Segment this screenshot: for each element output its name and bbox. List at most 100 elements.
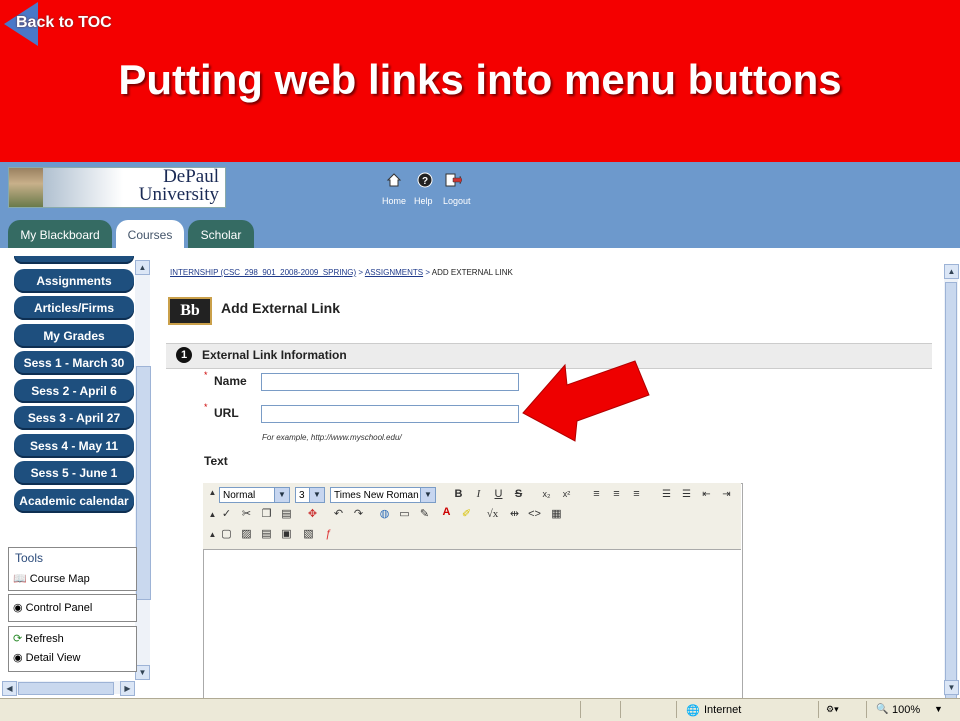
cut-icon[interactable]: ✂	[239, 507, 254, 522]
horizontal-scroll-thumb[interactable]	[18, 682, 114, 695]
scroll-right-icon[interactable]: ▶	[120, 681, 135, 696]
chevron-down-icon[interactable]: ▼	[274, 488, 289, 502]
sidebar-item-articles-firms[interactable]: Articles/Firms	[14, 296, 134, 320]
sidebar-horizontal-scrollbar[interactable]: ◀ ▶	[2, 681, 135, 696]
sidebar-item-my-grades[interactable]: My Grades	[14, 324, 134, 348]
collapse-icon[interactable]: ▲	[205, 507, 220, 522]
sidebar-item-sess-2[interactable]: Sess 2 - April 6	[14, 379, 134, 403]
insert-flash-icon[interactable]: ƒ	[321, 527, 336, 542]
back-to-toc-label: Back to TOC	[16, 14, 112, 31]
underline-icon[interactable]: U	[491, 487, 506, 502]
scroll-down-icon[interactable]: ▼	[944, 680, 959, 695]
copy-icon[interactable]: ❐	[259, 507, 274, 522]
refresh-link[interactable]: ⟳ Refresh	[13, 632, 64, 645]
back-to-toc-link[interactable]: Back to TOC	[4, 2, 124, 46]
status-divider	[818, 701, 819, 718]
redo-icon[interactable]: ↷	[351, 507, 366, 522]
font-select[interactable]: Times New Roman ▼	[330, 487, 436, 503]
tab-courses[interactable]: Courses	[116, 220, 184, 248]
paste-icon[interactable]: ▤	[279, 507, 294, 522]
sidebar-item-academic-calendar[interactable]: Academic calendar	[14, 489, 134, 513]
font-color-icon[interactable]: A	[439, 505, 454, 520]
scroll-up-icon[interactable]: ▲	[135, 260, 150, 275]
zoom-icon[interactable]: 🔍	[876, 704, 888, 715]
refresh-icon: ⟳	[13, 633, 23, 645]
help-link[interactable]: Help	[414, 196, 433, 206]
insert-audio-icon[interactable]: ▤	[259, 527, 274, 542]
slide-title: Putting web links into menu buttons	[118, 56, 842, 103]
subscript-icon[interactable]: x₂	[539, 487, 554, 502]
spellcheck-icon[interactable]: ✓	[219, 507, 234, 522]
zoom-level[interactable]: 100%	[892, 704, 920, 716]
tab-scholar[interactable]: Scholar	[188, 220, 254, 248]
detail-view-link[interactable]: ◉ Detail View	[13, 651, 81, 664]
page-scroll-thumb[interactable]	[945, 282, 957, 712]
breadcrumb-separator: >	[425, 268, 430, 277]
page-scrollbar[interactable]: ▲ ▼	[944, 264, 959, 712]
course-map-link[interactable]: 📖 Course Map	[13, 572, 90, 585]
hyperlink-icon[interactable]: ◍	[377, 507, 392, 522]
outdent-icon[interactable]: ⇤	[699, 487, 714, 502]
indent-icon[interactable]: ⇥	[719, 487, 734, 502]
protected-mode-icon[interactable]: ⚙▾	[826, 704, 839, 715]
align-left-icon[interactable]: ≡	[589, 487, 604, 502]
sidebar-item-partial[interactable]	[14, 256, 134, 264]
align-center-icon[interactable]: ≡	[609, 487, 624, 502]
logo-gradient	[43, 168, 123, 207]
name-input[interactable]	[261, 373, 519, 391]
numbered-list-icon[interactable]: ☰	[659, 487, 674, 502]
logout-link[interactable]: Logout	[443, 196, 471, 206]
chevron-down-icon[interactable]: ▼	[309, 488, 324, 502]
insert-multimedia-icon[interactable]: ▧	[301, 527, 316, 542]
superscript-icon[interactable]: x²	[559, 487, 574, 502]
required-marker: *	[204, 402, 208, 412]
cleanup-icon[interactable]: ✥	[305, 507, 320, 522]
undo-icon[interactable]: ↶	[331, 507, 346, 522]
url-input[interactable]	[261, 405, 519, 423]
highlight-icon[interactable]: ✐	[459, 507, 474, 522]
table-icon[interactable]: ▭	[397, 507, 412, 522]
bold-icon[interactable]: B	[451, 487, 466, 502]
home-icon[interactable]	[385, 172, 403, 190]
pencil-icon[interactable]: ✎	[417, 507, 432, 522]
sidebar-item-assignments[interactable]: Assignments	[14, 269, 134, 293]
sidebar-item-sess-3[interactable]: Sess 3 - April 27	[14, 406, 134, 430]
size-select[interactable]: 3 ▼	[295, 487, 325, 503]
logo-line-2: University	[138, 184, 219, 205]
collapse-icon[interactable]: ▲	[205, 527, 220, 542]
align-right-icon[interactable]: ≡	[629, 487, 644, 502]
collapse-icon[interactable]: ▲	[205, 485, 220, 500]
style-select[interactable]: Normal ▼	[219, 487, 290, 503]
insert-image-icon[interactable]: ▨	[239, 527, 254, 542]
italic-icon[interactable]: I	[471, 487, 486, 502]
chevron-down-icon[interactable]: ▼	[420, 488, 435, 502]
required-marker: *	[204, 370, 208, 380]
zoom-dropdown-icon[interactable]: ▼	[934, 704, 943, 714]
logout-icon[interactable]	[444, 172, 463, 190]
scroll-left-icon[interactable]: ◀	[2, 681, 17, 696]
depaul-logo[interactable]: DePaul University	[8, 167, 226, 208]
editor-toolbar: ▲ Normal ▼ 3 ▼ Times New Roman ▼ B I U S…	[203, 483, 741, 550]
scroll-down-icon[interactable]: ▼	[135, 665, 150, 680]
insert-video-icon[interactable]: ▣	[279, 527, 294, 542]
breadcrumb-assignments-link[interactable]: ASSIGNMENTS	[365, 268, 423, 277]
strikethrough-icon[interactable]: S	[511, 487, 526, 502]
html-source-icon[interactable]: <>	[527, 507, 542, 522]
breadcrumb-course-link[interactable]: INTERNSHIP (CSC_298_901_2008-2009_SPRING…	[170, 268, 356, 277]
bulleted-list-icon[interactable]: ☰	[679, 487, 694, 502]
tab-my-blackboard[interactable]: My Blackboard	[8, 220, 112, 248]
sidebar-item-sess-1[interactable]: Sess 1 - March 30	[14, 351, 134, 375]
equation-icon[interactable]: √x	[485, 507, 500, 522]
home-link[interactable]: Home	[382, 196, 406, 206]
help-icon[interactable]: ?	[416, 172, 434, 190]
attach-file-icon[interactable]: ▢	[219, 527, 234, 542]
preview-icon[interactable]: ▦	[549, 507, 564, 522]
sidebar-scroll-thumb[interactable]	[136, 366, 151, 600]
control-panel-link[interactable]: ◉ Control Panel	[13, 601, 92, 614]
sidebar-item-sess-4[interactable]: Sess 4 - May 11	[14, 434, 134, 458]
sidebar-item-sess-5[interactable]: Sess 5 - June 1	[14, 461, 134, 485]
status-divider	[866, 701, 867, 718]
sidebar-scrollbar[interactable]: ▲ ▼	[135, 260, 151, 680]
scroll-up-icon[interactable]: ▲	[944, 264, 959, 279]
anchor-icon[interactable]: ⇹	[507, 507, 522, 522]
